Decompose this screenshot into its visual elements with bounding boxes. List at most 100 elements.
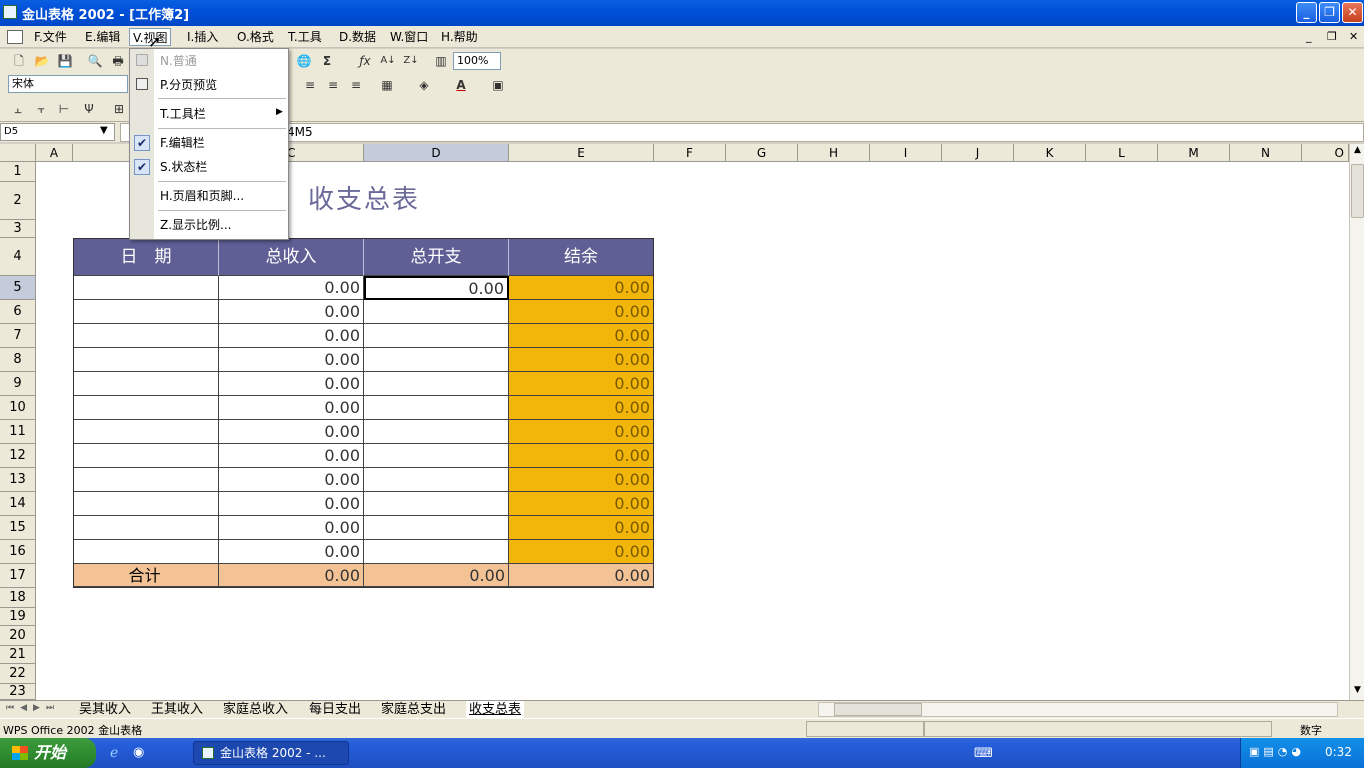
name-box[interactable]: D5 (0, 123, 115, 141)
align-right-icon[interactable]: ≡ (347, 76, 365, 94)
row-header[interactable]: 23 (0, 684, 36, 700)
doc-close-icon[interactable]: ✕ (1349, 30, 1358, 43)
date-cell[interactable] (74, 540, 219, 564)
balance-cell[interactable]: 0.00 (509, 468, 653, 492)
row-header[interactable]: 9 (0, 372, 36, 396)
name-box-dropdown-icon[interactable]: ▼ (100, 125, 108, 136)
row-header[interactable]: 2 (0, 182, 36, 220)
balance-cell[interactable]: 0.00 (509, 396, 653, 420)
column-header[interactable]: F (654, 144, 726, 162)
date-cell[interactable] (74, 348, 219, 372)
keyboard-icon[interactable]: ⌨ (974, 746, 993, 761)
menu-edit[interactable]: E.编辑 (82, 28, 123, 46)
tab-nav-arrows-icon[interactable]: ⏮◀▶⏭ (6, 703, 60, 713)
expense-cell[interactable] (364, 396, 509, 420)
row-header[interactable]: 20 (0, 626, 36, 646)
trace-dependents-icon[interactable]: ⫟ (32, 100, 50, 118)
income-cell[interactable]: 0.00 (219, 492, 364, 516)
income-cell[interactable]: 0.00 (219, 300, 364, 324)
row-header[interactable]: 8 (0, 348, 36, 372)
expense-cell[interactable] (364, 540, 509, 564)
taskbar-task[interactable]: 金山表格 2002 - ... (193, 741, 349, 765)
balance-cell[interactable]: 0.00 (509, 276, 653, 300)
row-header[interactable]: 17 (0, 564, 36, 588)
column-header[interactable]: A (36, 144, 73, 162)
menu-item-formula-bar[interactable]: F.编辑栏 (160, 133, 205, 153)
income-cell[interactable]: 0.00 (219, 348, 364, 372)
row-header[interactable]: 10 (0, 396, 36, 420)
remove-arrows-icon[interactable]: ⊢ (55, 100, 73, 118)
menu-format[interactable]: O.格式 (234, 28, 277, 46)
print-icon[interactable]: 🖶 (109, 52, 127, 70)
income-cell[interactable]: 0.00 (219, 276, 364, 300)
expense-cell-selected[interactable]: 0.00 (364, 276, 509, 300)
total-expense[interactable]: 0.00 (364, 564, 509, 587)
formula-input[interactable]: 4M5 (287, 125, 313, 139)
row-header[interactable]: 3 (0, 220, 36, 238)
restore-button[interactable]: ❐ (1319, 2, 1340, 23)
zoom-combo[interactable]: 100% (453, 52, 501, 70)
date-cell[interactable] (74, 420, 219, 444)
row-header[interactable]: 15 (0, 516, 36, 540)
balance-cell[interactable]: 0.00 (509, 492, 653, 516)
font-combo[interactable]: 宋体 (8, 75, 128, 93)
sort-descending-icon[interactable]: Z↓ (402, 52, 420, 70)
row-header[interactable]: 11 (0, 420, 36, 444)
balance-cell[interactable]: 0.00 (509, 444, 653, 468)
hscroll-thumb[interactable] (834, 703, 922, 716)
trace-error-icon[interactable]: Ψ (80, 100, 98, 118)
sheet-tab[interactable]: 每日支出 (306, 701, 364, 718)
row-header[interactable]: 12 (0, 444, 36, 468)
menu-item-toolbars[interactable]: T.工具栏 (160, 104, 206, 124)
menu-item-page-break[interactable]: P.分页预览 (160, 75, 217, 95)
column-header[interactable]: M (1158, 144, 1230, 162)
menu-tools[interactable]: T.工具 (285, 28, 325, 46)
header-expense[interactable]: 总开支 (364, 239, 509, 276)
income-cell[interactable]: 0.00 (219, 468, 364, 492)
close-button[interactable]: ✕ (1342, 2, 1363, 23)
expense-cell[interactable] (364, 300, 509, 324)
balance-cell[interactable]: 0.00 (509, 348, 653, 372)
menu-item-status-bar[interactable]: S.状态栏 (160, 157, 207, 177)
date-cell[interactable] (74, 276, 219, 300)
open-folder-icon[interactable]: 📂 (33, 52, 51, 70)
header-date[interactable]: 日 期 (74, 239, 219, 276)
grid-icon[interactable]: ⊞ (110, 100, 128, 118)
doc-icon[interactable] (7, 30, 23, 44)
column-header[interactable]: J (942, 144, 1014, 162)
menu-file[interactable]: F.文件 (31, 28, 70, 46)
scroll-down-icon[interactable]: ▼ (1351, 685, 1364, 698)
menu-item-header-footer[interactable]: H.页眉和页脚... (160, 186, 244, 206)
borders-icon[interactable]: ▦ (378, 76, 396, 94)
balance-cell[interactable]: 0.00 (509, 372, 653, 396)
sheet-tab-active[interactable]: 收支总表 (466, 701, 525, 718)
function-icon[interactable]: ƒx (356, 52, 374, 70)
format-painter-icon[interactable]: ▣ (489, 76, 507, 94)
income-cell[interactable]: 0.00 (219, 420, 364, 444)
fill-color-icon[interactable]: ◈ (415, 76, 433, 94)
menu-help[interactable]: H.帮助 (438, 28, 481, 46)
total-label[interactable]: 合计 (74, 564, 219, 587)
expense-cell[interactable] (364, 468, 509, 492)
column-header[interactable]: I (870, 144, 942, 162)
minimize-button[interactable]: _ (1296, 2, 1317, 23)
ie-icon[interactable]: ℯ (110, 745, 118, 761)
expense-cell[interactable] (364, 492, 509, 516)
align-left-icon[interactable]: ≡ (301, 76, 319, 94)
font-color-icon[interactable]: A (452, 76, 470, 94)
new-file-icon[interactable]: 🗋 (10, 52, 28, 70)
income-cell[interactable]: 0.00 (219, 444, 364, 468)
expense-cell[interactable] (364, 372, 509, 396)
sheet-tab[interactable]: 家庭总收入 (220, 701, 291, 718)
vertical-scrollbar[interactable]: ▲ ▼ (1349, 144, 1364, 700)
total-income[interactable]: 0.00 (219, 564, 364, 587)
row-header[interactable]: 4 (0, 238, 36, 276)
income-cell[interactable]: 0.00 (219, 324, 364, 348)
sheet-tab[interactable]: 吴其收入 (76, 701, 134, 718)
row-header[interactable]: 7 (0, 324, 36, 348)
save-icon[interactable]: 💾 (56, 52, 74, 70)
column-header[interactable]: K (1014, 144, 1086, 162)
row-header[interactable]: 14 (0, 492, 36, 516)
date-cell[interactable] (74, 468, 219, 492)
income-cell[interactable]: 0.00 (219, 516, 364, 540)
